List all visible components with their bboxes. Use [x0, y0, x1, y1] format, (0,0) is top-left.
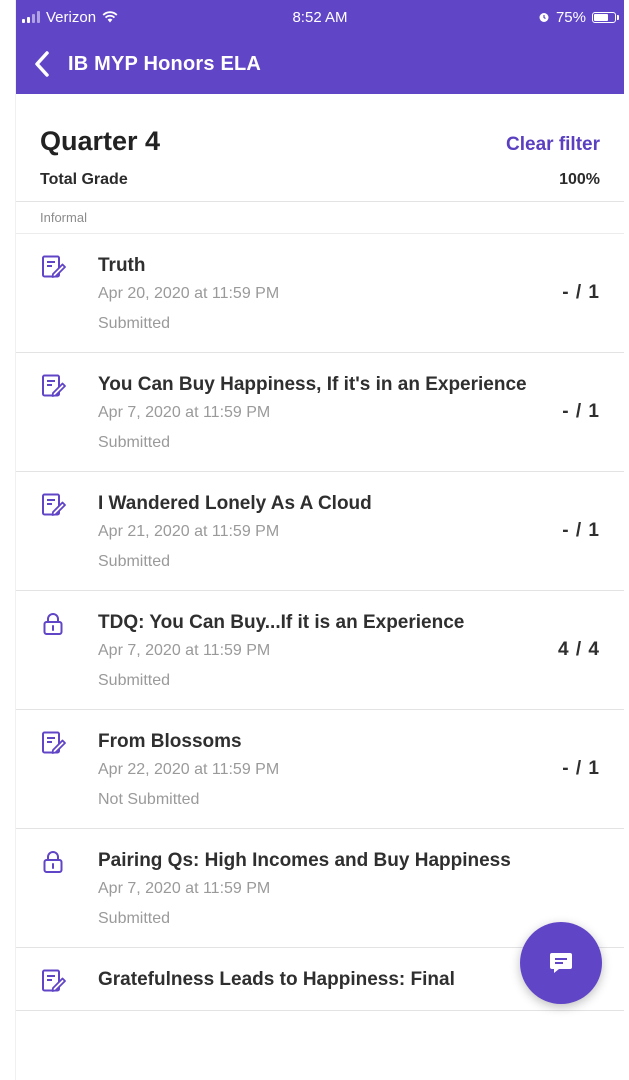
lock-icon	[40, 611, 66, 637]
assignment-score: 4 / 4	[558, 639, 600, 660]
assignment-due-date: Apr 21, 2020 at 11:59 PM	[98, 523, 280, 540]
alarm-icon	[539, 13, 549, 22]
quarter-header: Quarter 4 Clear filter	[16, 94, 624, 157]
assignment-due-date: Apr 20, 2020 at 11:59 PM	[98, 285, 280, 302]
assignment-item[interactable]: From Blossoms Apr 22, 2020 at 11:59 PM Not…	[16, 710, 624, 829]
assignment-icon	[40, 492, 66, 518]
assignment-title: Pairing Qs: High Incomes and Buy Happine…	[98, 850, 511, 871]
message-button[interactable]	[520, 922, 602, 1004]
assignment-icon	[40, 373, 66, 399]
assignment-due-date: Apr 7, 2020 at 11:59 PM	[98, 880, 271, 897]
assignment-due-date: Apr 7, 2020 at 11:59 PM	[98, 642, 271, 659]
assignment-status: Submitted	[98, 910, 171, 927]
assignment-item[interactable]: You Can Buy Happiness, If it's in an Exp…	[16, 353, 624, 472]
nav-bar: IB MYP Honors ELA	[16, 40, 624, 88]
assignment-score: - / 1	[562, 758, 600, 779]
assignment-title: I Wandered Lonely As A Cloud	[98, 493, 372, 514]
assignment-item[interactable]: TDQ: You Can Buy...If it is an Experienc…	[16, 591, 624, 710]
clear-filter-button[interactable]: Clear filter	[506, 134, 600, 156]
assignment-list: Truth Apr 20, 2020 at 11:59 PM Submitted - …	[16, 234, 624, 1011]
app-header: Verizon 8:52 AM 75% IB MYP Honors ELA	[16, 0, 624, 94]
assignment-due-date: Apr 22, 2020 at 11:59 PM	[98, 761, 280, 778]
section-label: Informal	[16, 201, 624, 234]
total-grade-row: Total Grade 100%	[16, 157, 624, 201]
quarter-title: Quarter 4	[40, 126, 161, 156]
message-icon	[550, 953, 572, 973]
assignment-status: Submitted	[98, 672, 171, 689]
assignment-title: Truth	[98, 255, 146, 276]
battery-icon	[592, 11, 619, 23]
assignment-title: TDQ: You Can Buy...If it is an Experienc…	[98, 612, 465, 633]
assignment-score: - / 1	[562, 401, 600, 422]
chevron-left-icon	[35, 51, 49, 77]
assignment-status: Submitted	[98, 315, 171, 332]
assignment-score: - / 1	[562, 282, 600, 303]
assignment-status: Not Submitted	[98, 791, 200, 808]
total-grade-label: Total Grade	[40, 171, 128, 188]
battery-fill	[594, 13, 608, 21]
assignment-item[interactable]: Pairing Qs: High Incomes and Buy Happine…	[16, 829, 624, 948]
assignment-icon	[40, 730, 66, 756]
assignment-title: You Can Buy Happiness, If it's in an Exp…	[98, 374, 527, 395]
status-bar: Verizon 8:52 AM 75%	[16, 0, 624, 34]
wifi-icon	[102, 11, 118, 23]
assignment-item[interactable]: Truth Apr 20, 2020 at 11:59 PM Submitted - …	[16, 234, 624, 353]
assignment-due-date: Apr 7, 2020 at 11:59 PM	[98, 404, 271, 421]
back-button[interactable]	[16, 40, 68, 88]
assignment-icon	[40, 968, 66, 994]
total-grade-value: 100%	[559, 171, 600, 188]
assignment-status: Submitted	[98, 434, 171, 451]
signal-icon	[22, 11, 40, 23]
assignment-score: - / 1	[562, 520, 600, 541]
app-screen: Verizon 8:52 AM 75% IB MYP Honors ELA Qu…	[16, 0, 624, 1080]
assignment-item[interactable]: I Wandered Lonely As A Cloud Apr 21, 2020…	[16, 472, 624, 591]
assignment-status: Submitted	[98, 553, 171, 570]
assignment-icon	[40, 254, 66, 280]
carrier-name: Verizon	[46, 8, 97, 26]
course-title: IB MYP Honors ELA	[68, 52, 262, 75]
lock-icon	[40, 849, 66, 875]
screen-edge	[624, 0, 629, 1080]
battery-percent: 75%	[555, 8, 586, 26]
assignment-title: From Blossoms	[98, 731, 242, 752]
